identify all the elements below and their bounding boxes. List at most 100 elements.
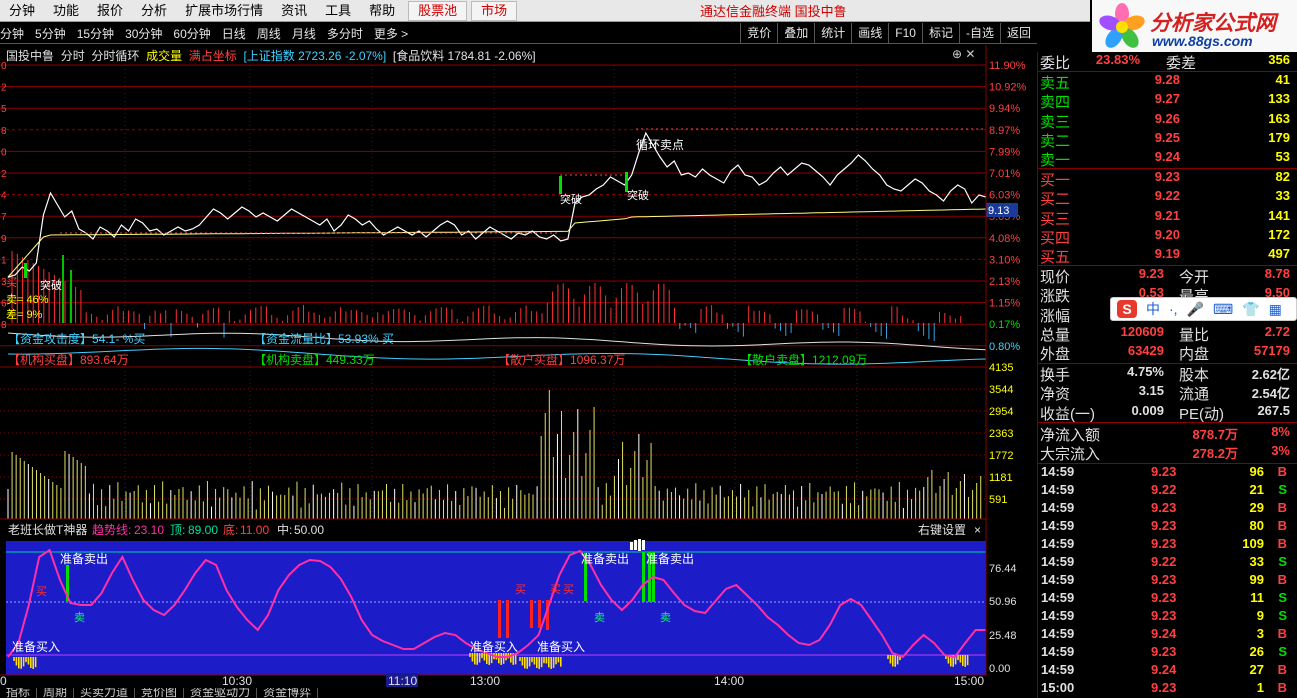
- flow-bar-green: [70, 270, 72, 323]
- stat-label: 现价: [1040, 269, 1071, 286]
- skin-icon[interactable]: 👕: [1242, 301, 1259, 318]
- period-5min[interactable]: 5分钟: [35, 25, 66, 42]
- attack-degree-label: 【资金攻击度】54.1- %买: [8, 331, 145, 346]
- weibi-row: 委比 23.83% 委差 356: [1038, 52, 1290, 72]
- period-more[interactable]: 更多 >: [374, 25, 408, 42]
- period-60min[interactable]: 60分钟: [173, 25, 210, 42]
- menu-item-news[interactable]: 资讯: [272, 0, 316, 22]
- period-week[interactable]: 周线: [257, 25, 281, 42]
- ime-toolbar[interactable]: S 中 ·, 🎤 ⌨ 👕 ▦: [1110, 297, 1297, 321]
- ready-buy-label: 准备买入: [470, 640, 518, 654]
- grid-icon[interactable]: ▦: [1269, 301, 1282, 318]
- market-button[interactable]: 市场: [471, 0, 518, 21]
- tick-side: B: [1277, 464, 1287, 479]
- bid-price[interactable]: 9.23: [1155, 169, 1180, 184]
- f10-button[interactable]: F10: [888, 23, 922, 43]
- tick-row: 14:59 9.23 11 S: [1038, 590, 1290, 608]
- menu-item-function[interactable]: 功能: [44, 0, 88, 22]
- chart-area[interactable]: 11.90% 10.92% 9.94% 8.97% 7.99% 7.01% 6.03% 5.0…: [0, 45, 1037, 698]
- ime-punct-icon[interactable]: ·,: [1169, 301, 1178, 317]
- period-day[interactable]: 日线: [222, 25, 246, 42]
- time-axis-label: 14:00: [714, 674, 744, 688]
- ask-price[interactable]: 9.27: [1155, 91, 1180, 106]
- zoom-icon[interactable]: ⊕: [952, 47, 962, 61]
- menu-item-help[interactable]: 帮助: [360, 0, 404, 22]
- auction-button[interactable]: 竞价: [740, 23, 777, 43]
- mode-label-2[interactable]: 分时循环: [91, 49, 139, 63]
- price-axis-label: 4.08%: [989, 233, 1020, 245]
- volume-label[interactable]: 成交量: [146, 49, 182, 63]
- tab-auction[interactable]: 竞价图: [135, 688, 185, 698]
- draw-button[interactable]: 画线: [851, 23, 888, 43]
- net-flow-pct: 3%: [1271, 443, 1290, 459]
- bid-row: 买四 9.20 172: [1038, 227, 1290, 247]
- bid-price[interactable]: 9.20: [1155, 227, 1180, 242]
- peak-bar: [634, 540, 637, 550]
- tick-price: 9.24: [1151, 626, 1177, 641]
- price-axis-label: 10.92%: [989, 82, 1027, 94]
- tick-volume: 96: [1249, 464, 1264, 479]
- period-15min[interactable]: 15分钟: [77, 25, 114, 42]
- period-month[interactable]: 月线: [292, 25, 316, 42]
- back-button[interactable]: 返回: [999, 23, 1037, 43]
- ime-lang-icon[interactable]: 中: [1146, 299, 1160, 319]
- tab-indicator[interactable]: 指标: [0, 688, 38, 698]
- bid-price[interactable]: 9.21: [1155, 208, 1180, 223]
- bid-price[interactable]: 9.22: [1155, 188, 1180, 203]
- close-icon[interactable]: ×: [974, 523, 981, 537]
- indicator-axis-label: 76.44: [989, 563, 1017, 575]
- ask-row: 卖二 9.25 179: [1038, 130, 1290, 150]
- bid-price[interactable]: 9.19: [1155, 246, 1180, 261]
- watchlist-button[interactable]: -自选: [958, 23, 1000, 43]
- pane-controls[interactable]: ⊕ ✕: [952, 47, 975, 61]
- close-pane-icon[interactable]: ✕: [965, 47, 975, 61]
- coord-label[interactable]: 满占坐标: [189, 49, 237, 63]
- tick-row: 14:59 9.24 27 B: [1038, 662, 1290, 680]
- menu-item-minute[interactable]: 分钟: [0, 0, 44, 22]
- overlay-button[interactable]: 叠加: [777, 23, 814, 43]
- ask-price[interactable]: 9.24: [1155, 149, 1180, 164]
- period-1min[interactable]: 分钟: [0, 25, 24, 42]
- stats-button[interactable]: 统计: [814, 23, 851, 43]
- tick-volume: 27: [1249, 662, 1264, 677]
- ask-price[interactable]: 9.26: [1155, 111, 1180, 126]
- tick-price: 9.22: [1151, 554, 1177, 569]
- intraday-chart[interactable]: 11.90%10.92%9.94%8.97%7.99%7.01%6.03%5.0…: [0, 45, 1037, 698]
- fund-label: 换手: [1040, 367, 1071, 384]
- mic-icon[interactable]: 🎤: [1187, 301, 1204, 318]
- menu-item-tools[interactable]: 工具: [316, 0, 360, 22]
- tick-volume: 21: [1249, 482, 1264, 497]
- mark-button[interactable]: 标记: [921, 23, 959, 43]
- left-axis-label: 8: [1, 320, 7, 331]
- time-axis-label: 15:00: [954, 674, 984, 688]
- quote-panel: 委比 23.83% 委差 356 卖五 9.28 41 卖四 9.27 133 卖三 9.26 163 卖…: [1037, 52, 1297, 698]
- mode-label-1[interactable]: 分时: [61, 49, 85, 63]
- ask-price[interactable]: 9.25: [1155, 130, 1180, 145]
- tab-game[interactable]: 资金博弈: [257, 688, 319, 698]
- menu-item-analysis[interactable]: 分析: [132, 0, 176, 22]
- ime-logo-icon[interactable]: S: [1117, 300, 1137, 318]
- tick-side: S: [1278, 644, 1287, 659]
- stock-pool-button[interactable]: 股票池: [408, 0, 468, 21]
- tick-row: 14:59 9.23 99 B: [1038, 572, 1290, 590]
- ask-price[interactable]: 9.28: [1155, 72, 1180, 87]
- tick-time: 14:59: [1041, 572, 1075, 587]
- tick-volume: 109: [1242, 536, 1264, 551]
- tab-force[interactable]: 买卖力道: [74, 688, 136, 698]
- tick-price: 9.22: [1151, 482, 1177, 497]
- period-multi[interactable]: 多分时: [327, 25, 363, 42]
- ask-row: 卖四 9.27 133: [1038, 91, 1290, 111]
- tab-period[interactable]: 周期: [37, 688, 75, 698]
- fund-label-2: 股本: [1179, 367, 1210, 384]
- stat-label: 外盘: [1040, 346, 1071, 364]
- tick-row: 14:59 9.23 96 B: [1038, 464, 1290, 482]
- sell-signal-label: 卖: [594, 611, 605, 624]
- settings-link[interactable]: 右键设置: [918, 522, 966, 537]
- menu-item-quote[interactable]: 报价: [88, 0, 132, 22]
- breakout-label-2: 突破: [560, 192, 582, 206]
- tab-drive[interactable]: 资金驱动力: [184, 688, 258, 698]
- menu-item-extended-market[interactable]: 扩展市场行情: [176, 0, 272, 22]
- period-30min[interactable]: 30分钟: [125, 25, 162, 42]
- keyboard-icon[interactable]: ⌨: [1213, 301, 1233, 318]
- stock-name[interactable]: 国投中鲁: [6, 49, 54, 63]
